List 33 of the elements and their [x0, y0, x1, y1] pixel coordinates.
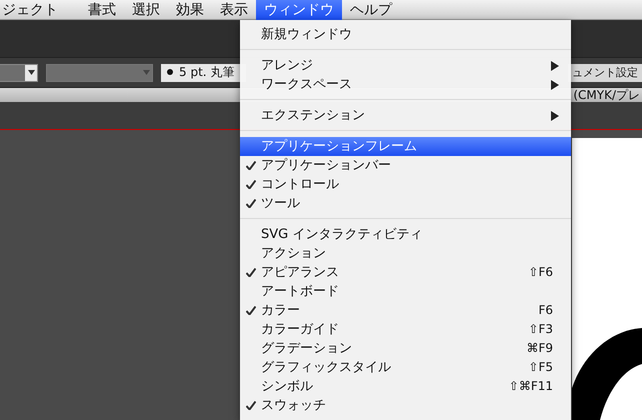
menu-item[interactable]: グラデーション ⌘F9: [240, 339, 571, 358]
shortcut-label: ⇧⌘F11: [508, 378, 554, 395]
menu-title[interactable]: 表示: [212, 0, 256, 20]
menu-title[interactable]: 効果: [168, 0, 212, 20]
menu-item[interactable]: SVG インタラクティビティ: [240, 225, 571, 244]
caret-icon: [142, 70, 150, 75]
menu-title[interactable]: ヘルプ: [342, 0, 400, 20]
menu-item[interactable]: カラーガイド ⇧F3: [240, 320, 571, 339]
document-tab[interactable]: (CMYK/プレ: [571, 88, 642, 102]
menu-item[interactable]: アプリケーションバー: [240, 156, 571, 175]
shortcut-label: ⌘F9: [526, 340, 554, 357]
menu-title[interactable]: 選択: [124, 0, 168, 20]
menu-title[interactable]: 書式: [80, 0, 124, 20]
menu-item[interactable]: アクション: [240, 244, 571, 263]
menu-item[interactable]: シンボル ⇧⌘F11: [240, 377, 571, 396]
shortcut-label: ⇧F5: [528, 359, 554, 376]
menu-title[interactable]: ジェクト: [0, 0, 66, 20]
shortcut-label: ⇧F3: [528, 321, 554, 338]
menu-item[interactable]: アートボード: [240, 282, 571, 301]
shortcut-label: ⇧F6: [528, 264, 554, 281]
shortcut-label: F6: [538, 302, 554, 319]
caret-icon: [28, 70, 34, 75]
menu-item[interactable]: アプリケーションフレーム: [240, 137, 571, 156]
menu-title[interactable]: ウィンドウ: [256, 0, 342, 20]
document-setup-button[interactable]: ュメント設定: [568, 64, 642, 82]
menu-item[interactable]: スウォッチ: [240, 396, 571, 415]
dropdown[interactable]: [0, 64, 38, 82]
menu-item[interactable]: アピアランス ⇧F6: [240, 263, 571, 282]
menu-item[interactable]: コントロール: [240, 175, 571, 194]
menu-item[interactable]: グラフィックスタイル ⇧F5: [240, 358, 571, 377]
dot-icon: [167, 68, 173, 74]
menu-item[interactable]: ツール: [240, 194, 571, 213]
menu-item[interactable]: カラー F6: [240, 301, 571, 320]
